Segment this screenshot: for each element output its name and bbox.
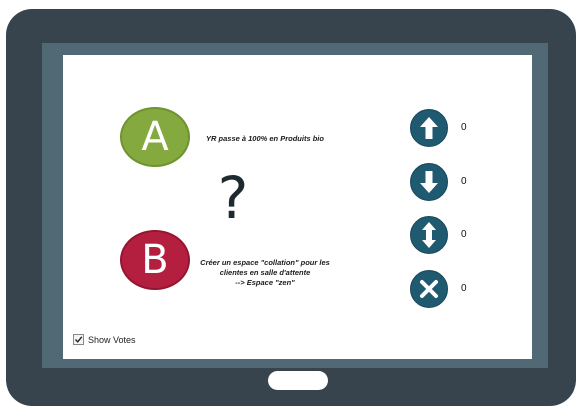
voting-screen: A YR passe à 100% en Produits bio ? B Cr… <box>63 55 532 359</box>
home-button[interactable] <box>268 371 328 390</box>
choice-a-text: YR passe à 100% en Produits bio <box>206 134 324 143</box>
vote-neutral-count: 0 <box>461 229 467 240</box>
vote-up-button[interactable] <box>410 109 448 147</box>
choice-b-letter: B <box>141 237 169 283</box>
vote-down-button[interactable] <box>410 163 448 201</box>
arrow-up-icon <box>420 117 438 139</box>
choice-b-text-line: --> Espace "zen" <box>235 278 295 287</box>
choice-a-button[interactable]: A <box>120 107 190 167</box>
vote-up-count: 0 <box>461 122 467 133</box>
question-mark: ? <box>217 164 249 232</box>
show-votes-control: Show Votes <box>73 334 136 345</box>
show-votes-checkbox[interactable] <box>73 334 84 345</box>
show-votes-label: Show Votes <box>88 334 136 345</box>
vote-abstain-count: 0 <box>461 283 467 294</box>
check-icon <box>74 336 83 343</box>
choice-b-text-line: clientes en salle d'attente <box>219 268 311 277</box>
choice-b-text-line: Créer un espace "collation" pour les <box>200 258 330 267</box>
vote-abstain-button[interactable] <box>410 270 448 308</box>
arrow-down-icon <box>420 171 438 193</box>
arrow-up-down-icon <box>422 222 436 248</box>
choice-a-letter: A <box>141 114 169 160</box>
choice-b-button[interactable]: B <box>120 230 190 290</box>
choice-b-text: Créer un espace "collation" pour les cli… <box>193 258 337 288</box>
vote-down-count: 0 <box>461 176 467 187</box>
vote-neutral-button[interactable] <box>410 216 448 254</box>
close-x-icon <box>420 280 438 298</box>
